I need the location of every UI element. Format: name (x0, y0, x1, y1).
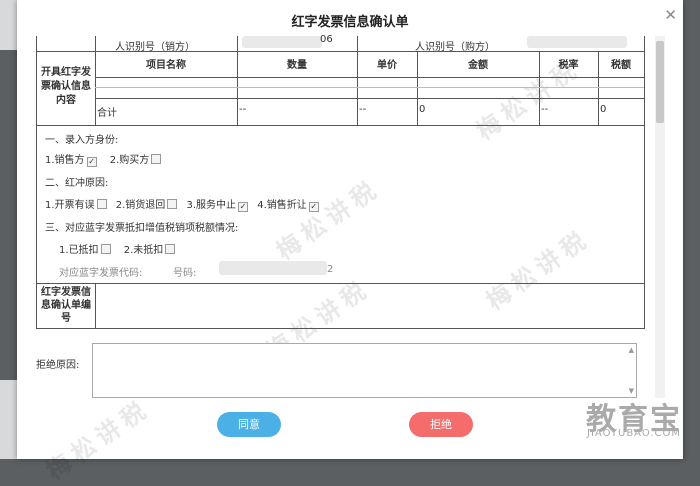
total-label: 合计 (97, 108, 117, 119)
reject-reason-label: 拒绝原因: (36, 360, 80, 371)
total-amount: 0 (419, 104, 426, 115)
agree-button[interactable]: 同意 (217, 412, 281, 437)
redacted-invoice-number (219, 261, 327, 275)
reason-return-label: 2.销货退回 (115, 200, 166, 211)
seller-id-label: 人识别号（销方） (115, 42, 195, 53)
confirmation-dialog: 红字发票信息确认单 ✕ 梅松讲税 梅松讲税 梅松讲税 梅松讲税 梅松讲税 人识别… (17, 0, 683, 485)
redacted-seller-id (242, 36, 322, 48)
deducted-checkbox[interactable] (100, 244, 111, 254)
entry-heading: 一、录入方身份: (45, 135, 119, 146)
deducted-label: 1.已抵扣 (59, 245, 99, 256)
col-header-item: 项目名称 (146, 60, 186, 71)
reject-reason-input[interactable]: ▲ ▼ (92, 343, 637, 398)
reason-error-label: 1.开票有误 (45, 200, 95, 211)
entry-buyer-label: 2.购买方 (109, 155, 150, 166)
not-deducted-checkbox[interactable] (165, 244, 176, 254)
reason-stop-checkbox[interactable]: ✓ (238, 202, 249, 212)
reason-stop-label: 3.服务中止 (186, 200, 237, 211)
reason-heading: 二、红冲原因: (45, 178, 109, 189)
col-header-price: 单价 (377, 60, 397, 71)
entry-buyer-checkbox[interactable] (151, 154, 162, 164)
deduction-heading: 三、对应蓝字发票抵扣增值税销项税额情况: (45, 223, 239, 234)
entry-seller-checkbox[interactable]: ✓ (86, 157, 97, 167)
not-deducted-label: 2.未抵扣 (123, 245, 164, 256)
confirm-number-label: 红字发票信息确认单编号 (41, 287, 91, 324)
redacted-buyer-id (527, 36, 627, 48)
reason-discount-checkbox[interactable]: ✓ (308, 202, 319, 212)
total-tax-rate: -- (541, 104, 549, 115)
reason-return-checkbox[interactable] (167, 199, 178, 209)
scrollbar-thumb[interactable] (656, 41, 664, 123)
buyer-id-label: 人识别号（购方） (415, 42, 495, 53)
seller-id-value: 06 (320, 34, 333, 45)
invoice-form: 人识别号（销方） 06 人识别号（购方） 开具红字发票确认信息内容 项目名称 数… (36, 34, 645, 329)
col-header-tax-rate: 税率 (558, 60, 579, 71)
reason-discount-label: 4.销售折让 (257, 200, 307, 211)
col-header-amount: 金额 (468, 60, 488, 71)
blue-invoice-number-label: 号码: (173, 268, 197, 279)
watermark: 梅松讲税 (41, 393, 156, 486)
background-window (0, 0, 18, 50)
total-quantity: -- (239, 104, 247, 115)
brand-url: JIAOYUBAO.COM (587, 428, 681, 439)
blue-invoice-code-label: 对应蓝字发票代码: (59, 268, 143, 279)
total-tax: 0 (600, 104, 607, 115)
dialog-title: 红字发票信息确认单 (291, 15, 409, 30)
reason-error-checkbox[interactable] (96, 199, 107, 209)
entry-seller-label: 1.销售方 (45, 155, 85, 166)
col-header-quantity: 数量 (287, 60, 307, 71)
background-window (0, 380, 18, 459)
blue-invoice-number-value: 2 (327, 264, 334, 275)
close-icon[interactable]: ✕ (664, 6, 677, 24)
textarea-scroll-up-icon[interactable]: ▲ (629, 346, 634, 354)
reject-button[interactable]: 拒绝 (409, 412, 473, 437)
section-confirm-label: 开具红字发票确认信息内容 (41, 67, 91, 106)
col-header-tax: 税额 (611, 60, 631, 71)
total-price: -- (359, 104, 367, 115)
